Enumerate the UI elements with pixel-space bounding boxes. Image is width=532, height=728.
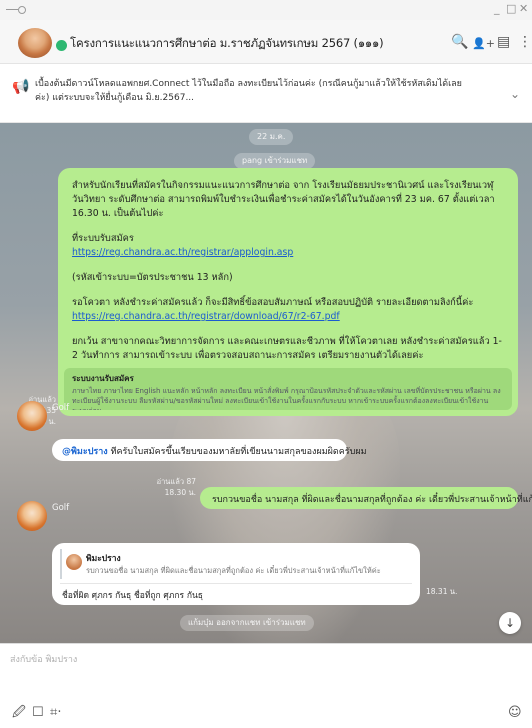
- member-notice: แก้มบุ๋ม ออกจากแชท เข้าร่วมแชท: [180, 615, 314, 631]
- incoming-message[interactable]: @พิมะปราง ทีครับใบสมัครขึ้นเรียบของมหาลั…: [52, 439, 367, 461]
- message-paragraph: รอโควตา หลังชำระค่าสมัครแล้ว ก็จะมีสิทธิ…: [72, 297, 474, 308]
- message-text: ทีครับใบสมัครขึ้นเรียบของมหาลัยที่เขียนน…: [107, 447, 367, 457]
- message-text: ชื่อที่ผิด ศุภกร กันธุ ชื่อที่ถูก ศุภกร …: [62, 591, 203, 601]
- message-paragraph: ที่ระบบรับสมัคร: [72, 233, 134, 244]
- announcement-bar[interactable]: 📢 เบื้องต้นมีดาวน์โหลดแอพกยศ.Connect ไว้…: [0, 65, 532, 123]
- message-input[interactable]: [10, 652, 490, 668]
- message-paragraph: (รหัสเข้าระบบ=บัตรประชาชน 13 หลัก): [72, 272, 233, 283]
- megaphone-icon: 📢: [12, 79, 30, 95]
- add-member-icon[interactable]: 👤+: [472, 36, 495, 52]
- sender-name: Golf: [52, 403, 70, 413]
- chat-area[interactable]: 22 ม.ค. pang เข้าร่วมแชท อ่านแล้ว 135 17…: [0, 123, 532, 643]
- user-avatar[interactable]: [17, 501, 47, 531]
- bookmark-icon[interactable]: ☐: [32, 706, 44, 720]
- read-count: อ่านแล้ว 87: [156, 477, 196, 486]
- minimize-button[interactable]: _: [494, 2, 500, 15]
- emoji-icon[interactable]: ☺: [508, 706, 522, 720]
- link-preview-card[interactable]: ระบบงานรับสมัคร ภาษาไทย ภาษาไทย English …: [64, 368, 512, 410]
- sender-name: Golf: [52, 503, 70, 513]
- divider: [60, 583, 412, 584]
- window-titlebar: _ □ ✕: [0, 0, 532, 20]
- message-composer: 🖉 ☐ ⌗· ☺: [0, 643, 532, 728]
- notes-icon[interactable]: ▤: [497, 34, 510, 50]
- user-avatar[interactable]: [17, 401, 47, 431]
- date-pill: 22 ม.ค.: [249, 129, 294, 145]
- quoted-message[interactable]: พิมะปราง รบกวนขอชื่อ นามสกุล ที่ผิดและชื…: [60, 549, 412, 579]
- chat-header: โครงการแนะแนวการศึกษาต่อ ม.ราชภัฏจันทรเก…: [0, 20, 532, 64]
- maximize-button[interactable]: □: [506, 2, 516, 15]
- message-paragraph: สำหรับนักเรียนที่สมัครในกิจกรรมแนะแนวการ…: [72, 180, 495, 219]
- online-status-icon: [56, 40, 67, 51]
- reply-message[interactable]: พิมะปราง รบกวนขอชื่อ นามสกุล ที่ผิดและชื…: [52, 543, 420, 605]
- group-title[interactable]: โครงการแนะแนวการศึกษาต่อ ม.ราชภัฏจันทรเก…: [70, 35, 384, 53]
- announcement-message[interactable]: สำหรับนักเรียนที่สมัครในกิจกรรมแนะแนวการ…: [58, 168, 518, 416]
- message-paragraph: ยกเว้น สาขาจากคณะวิทยาการจัดการ และคณะเก…: [72, 336, 502, 361]
- registration-link[interactable]: https://reg.chandra.ac.th/registrar/appl…: [72, 246, 504, 260]
- mention-link[interactable]: @พิมะปราง: [62, 447, 108, 457]
- announcement-text: เบื้องต้นมีดาวน์โหลดแอพกยศ.Connect ไว้ใน…: [35, 79, 462, 103]
- chevron-down-icon[interactable]: ⌄: [510, 87, 520, 101]
- scroll-down-button[interactable]: ↓: [499, 612, 521, 634]
- link-preview-description: ภาษาไทย ภาษาไทย English แนะหลัก หน้าหลัก…: [72, 387, 501, 410]
- own-message-meta: อ่านแล้ว 87 18.30 น.: [150, 476, 196, 498]
- quoted-avatar: [66, 554, 82, 570]
- group-avatar[interactable]: [18, 28, 52, 58]
- close-button[interactable]: ✕: [519, 2, 528, 15]
- join-notice: pang เข้าร่วมแชท: [234, 153, 316, 169]
- search-icon[interactable]: 🔍: [451, 34, 468, 50]
- message-time: 18.30 น.: [164, 488, 196, 497]
- quoted-text: รบกวนขอชื่อ นามสกุล ที่ผิดและชื่อนามสกุล…: [86, 566, 381, 575]
- screenshot-icon[interactable]: ⌗·: [50, 706, 61, 720]
- attach-icon[interactable]: 🖉: [12, 706, 26, 720]
- link-preview-title: ระบบงานรับสมัคร: [72, 374, 134, 383]
- outgoing-message[interactable]: รบกวนขอชื่อ นามสกุล ที่ผิดและชื่อนามสกุล…: [200, 487, 532, 509]
- app-logo-icon: [6, 5, 26, 15]
- message-time: 18.31 น.: [426, 587, 458, 596]
- download-link[interactable]: https://reg.chandra.ac.th/registrar/down…: [72, 310, 504, 324]
- more-icon[interactable]: ⋮: [518, 34, 532, 50]
- quoted-sender: พิมะปราง: [86, 554, 121, 564]
